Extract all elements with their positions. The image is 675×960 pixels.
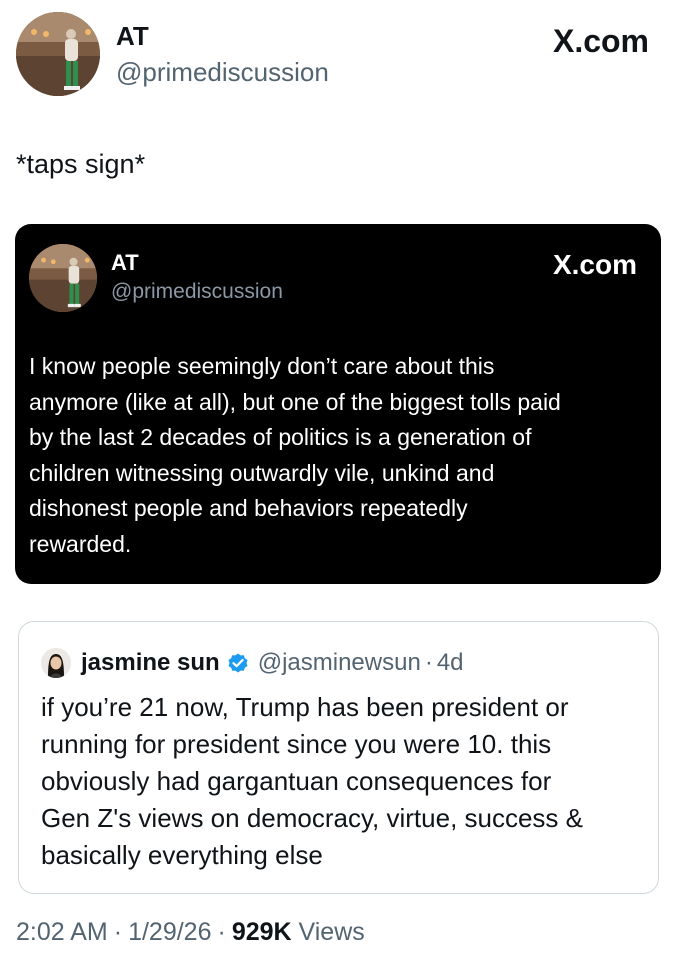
quoted-tweet-line: obviously had gargantuan consequences fo… [41,766,552,796]
tweet-date[interactable]: 1/29/26 [128,918,211,946]
quoted-tweet-time[interactable]: 4d [437,649,464,677]
embedded-post-text: I know people seemingly don’t care about… [29,349,649,562]
quoted-tweet-line: if you’re 21 now, Trump has been preside… [41,692,569,722]
avatar-photo [29,244,97,312]
embedded-post-line: rewarded. [29,530,132,557]
embedded-post-line: by the last 2 decades of politics is a g… [29,424,532,450]
author-handle[interactable]: @primediscussion [116,55,329,89]
quoted-tweet-card[interactable]: jasmine sun @jasminewsun · 4d if you’re … [18,621,659,894]
tweet-text: *taps sign* [16,149,146,179]
embedded-post-line: anymore (like at all), but one of the bi… [29,388,561,415]
avatar-photo [16,12,100,96]
quoted-author-name[interactable]: jasmine sun [81,649,220,677]
separator-dot: · [424,649,433,676]
brand-logo-text: X.com [552,23,649,59]
views-label: Views [298,918,365,946]
quoted-author-avatar[interactable] [41,648,71,678]
verified-badge-icon [226,651,250,675]
quoted-tweet-line: running for president since you were 10.… [41,729,552,759]
separator-dot: · [113,918,123,946]
views-count[interactable]: 929K [232,918,292,946]
quoted-tweet-line: Gen Z's views on democracy, virtue, succ… [41,803,584,833]
tweet-meta: 2:02 AM · 1/29/26 · 929K Views [16,916,365,948]
embedded-author-avatar [29,244,97,312]
quoted-tweet-text: if you’re 21 now, Trump has been preside… [41,689,641,874]
embedded-post-line: I know people seemingly don’t care about… [29,353,495,379]
embedded-author-name: AT [111,250,139,275]
avatar-photo [41,648,71,678]
embedded-post-card: AT @primediscussion X.com I know people … [15,224,661,584]
quoted-tweet-header: jasmine sun @jasminewsun · 4d [41,646,464,680]
author-avatar[interactable] [16,12,100,96]
quoted-tweet-line: basically everything else [41,840,323,870]
quoted-author-handle[interactable]: @jasminewsun [258,649,421,677]
separator-dot: · [217,918,226,946]
embedded-post-line: dishonest people and behaviors repeatedl… [29,495,468,521]
tweet-time[interactable]: 2:02 AM [16,918,108,946]
embedded-post-line: children witnessing outwardly vile, unki… [29,459,495,486]
embedded-author-handle: @primediscussion [111,280,283,303]
embedded-brand-logo-text: X.com [552,249,637,280]
author-name[interactable]: AT [116,20,149,52]
